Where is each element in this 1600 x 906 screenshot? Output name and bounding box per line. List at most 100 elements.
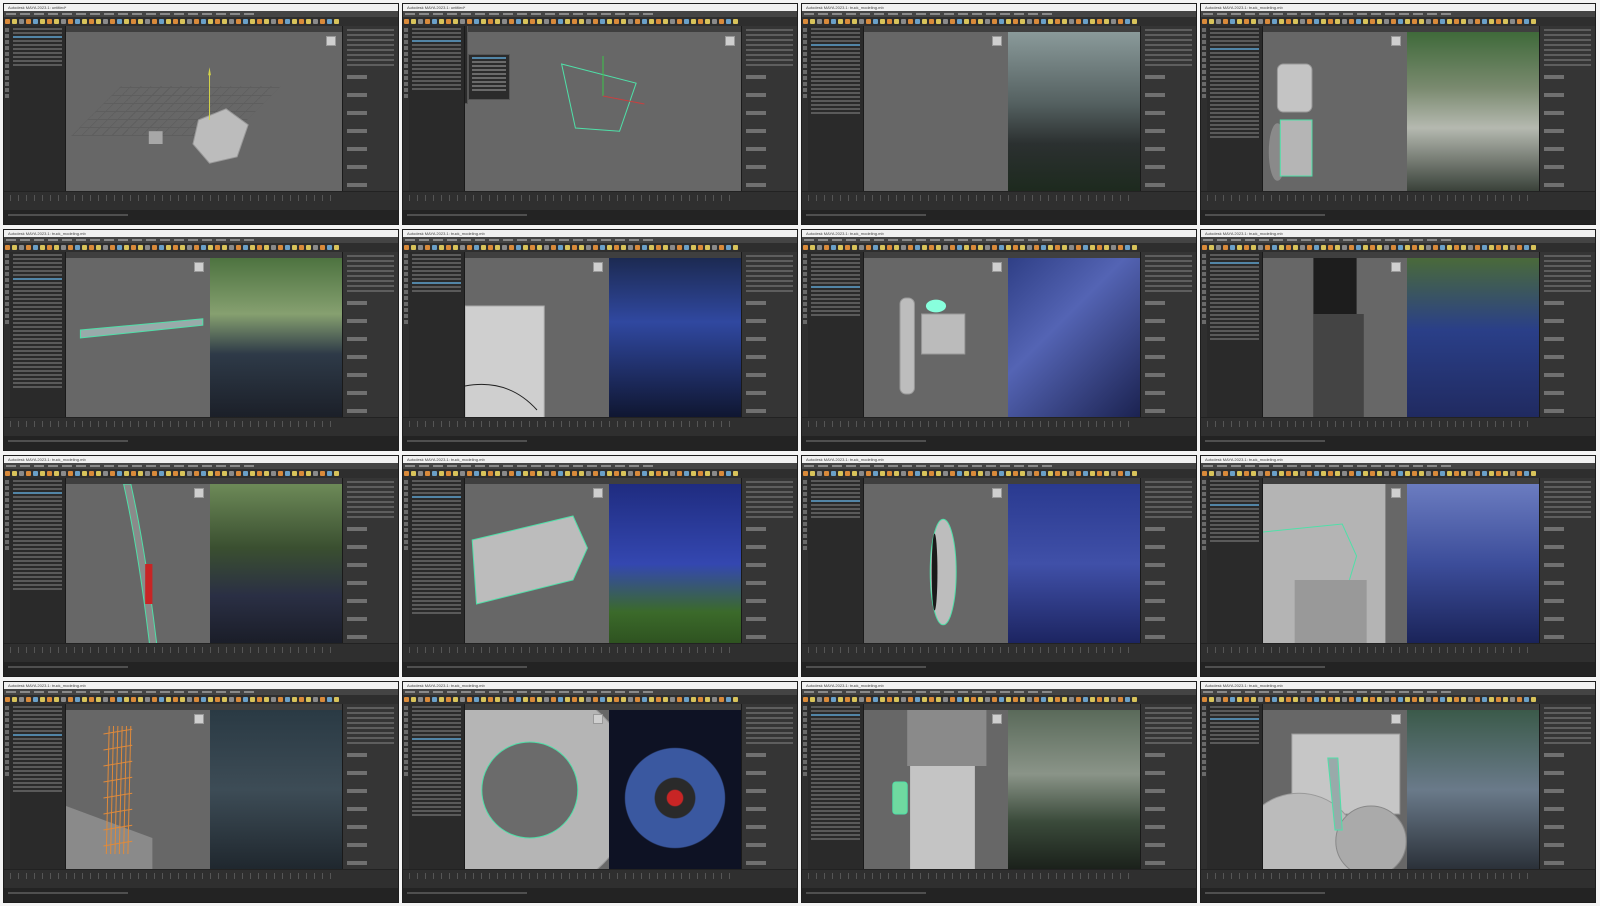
outliner-item[interactable] [412,552,461,554]
outliner-item[interactable] [412,508,461,510]
model-geometry[interactable] [864,484,1008,644]
outliner-item[interactable] [412,282,461,284]
outliner-item[interactable] [13,778,62,780]
modeling-toolkit-button[interactable] [1544,753,1564,757]
outliner-item[interactable] [412,750,461,752]
outliner-item[interactable] [811,722,860,724]
outliner-item[interactable] [412,734,461,736]
modeling-toolkit-button[interactable] [1544,545,1564,549]
outliner-item[interactable] [811,36,860,38]
time-slider[interactable] [802,869,1196,888]
outliner-item[interactable] [1210,492,1259,494]
attribute-editor-panel[interactable] [1140,704,1196,883]
outliner-item[interactable] [811,80,860,82]
modeling-toolkit-button[interactable] [746,301,766,305]
outliner-item[interactable] [1210,302,1259,304]
outliner-item[interactable] [811,64,860,66]
outliner-panel[interactable] [808,478,864,644]
outliner-item[interactable] [1210,52,1259,54]
modeling-toolkit-button[interactable] [347,147,367,151]
outliner-item[interactable] [1210,322,1259,324]
outliner-item[interactable] [13,786,62,788]
modeling-toolkit-button[interactable] [746,617,766,621]
attribute-editor-panel[interactable] [1140,478,1196,657]
outliner-item[interactable] [811,492,860,494]
outliner-item[interactable] [811,826,860,828]
outliner-item[interactable] [13,60,62,62]
modeling-toolkit-button[interactable] [746,527,766,531]
outliner-item[interactable] [13,564,62,566]
modeling-toolkit-button[interactable] [1544,165,1564,169]
outliner-item[interactable] [1210,36,1259,38]
outliner-item[interactable] [1210,306,1259,308]
outliner-item[interactable] [811,754,860,756]
outliner-item[interactable] [811,770,860,772]
modeling-toolkit-button[interactable] [1544,111,1564,115]
outliner-item[interactable] [1210,484,1259,486]
modeling-toolkit-button[interactable] [1145,373,1165,377]
outliner-item[interactable] [811,734,860,736]
modeling-toolkit-button[interactable] [347,789,367,793]
outliner-item[interactable] [412,492,461,494]
outliner-panel[interactable] [409,252,465,418]
model-geometry[interactable] [66,710,210,870]
outliner-item[interactable] [13,488,62,490]
viewcube-icon[interactable] [194,262,204,272]
outliner-item[interactable] [412,544,461,546]
outliner-item[interactable] [811,278,860,280]
outliner-panel[interactable] [808,26,864,192]
outliner-item[interactable] [412,528,461,530]
command-line[interactable] [802,436,1196,450]
outliner-item[interactable] [412,60,461,62]
modeling-toolkit-button[interactable] [1544,789,1564,793]
outliner-item[interactable] [1210,496,1259,498]
outliner-item[interactable] [811,92,860,94]
outliner-item[interactable] [811,706,860,708]
outliner-item[interactable] [13,338,62,340]
modeling-toolkit-button[interactable] [1544,319,1564,323]
outliner-item[interactable] [811,508,860,510]
outliner-item[interactable] [811,56,860,58]
outliner-item[interactable] [412,258,461,260]
outliner-item[interactable] [811,48,860,50]
outliner-item[interactable] [412,36,461,38]
outliner-panel[interactable] [10,478,66,644]
outliner-item[interactable] [13,270,62,272]
outliner-item[interactable] [1210,262,1259,264]
viewport-panel[interactable] [1263,704,1539,870]
outliner-item[interactable] [412,592,461,594]
outliner-item[interactable] [412,580,461,582]
outliner-item[interactable] [13,374,62,376]
outliner-item[interactable] [811,730,860,732]
modeling-toolkit-button[interactable] [347,183,367,187]
modeling-toolkit-button[interactable] [1145,861,1165,865]
viewcube-icon[interactable] [1391,714,1401,724]
outliner-item[interactable] [412,548,461,550]
outliner-item[interactable] [13,750,62,752]
outliner-item[interactable] [811,774,860,776]
outliner-item[interactable] [811,746,860,748]
outliner-item[interactable] [811,714,860,716]
viewport-panel[interactable] [66,26,342,192]
outliner-item[interactable] [811,814,860,816]
modeling-toolkit-button[interactable] [347,635,367,639]
outliner-item[interactable] [412,738,461,740]
modeling-toolkit-button[interactable] [1145,843,1165,847]
outliner-item[interactable] [13,52,62,54]
viewcube-icon[interactable] [992,714,1002,724]
command-line[interactable] [802,662,1196,676]
viewport-panel[interactable] [465,478,741,644]
outliner-item[interactable] [1210,500,1259,502]
outliner-item[interactable] [412,754,461,756]
outliner-item[interactable] [811,258,860,260]
modeling-toolkit-button[interactable] [746,807,766,811]
modeling-toolkit-button[interactable] [746,581,766,585]
modeling-toolkit-button[interactable] [1544,825,1564,829]
outliner-item[interactable] [13,44,62,46]
outliner-item[interactable] [1210,44,1259,46]
outliner-item[interactable] [13,366,62,368]
modeling-toolkit-button[interactable] [1145,789,1165,793]
outliner-panel[interactable] [409,26,465,192]
modeling-toolkit-button[interactable] [1145,129,1165,133]
model-geometry[interactable] [864,710,1008,870]
